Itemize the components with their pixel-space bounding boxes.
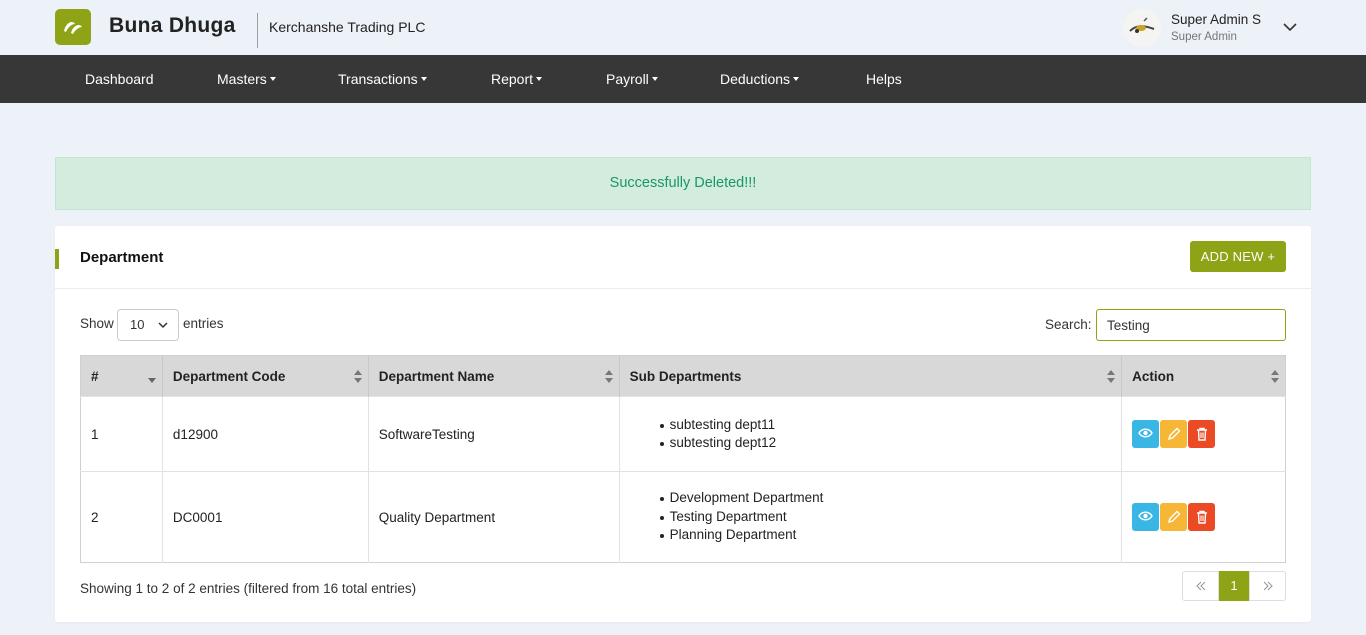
page-button-current[interactable]: 1 [1219, 571, 1249, 601]
entries-label: entries [183, 316, 224, 331]
caret-down-icon [651, 77, 658, 81]
sub-department-list: Development Department Testing Departmen… [630, 489, 1112, 545]
search-label: Search: [1045, 317, 1092, 332]
next-page-button[interactable] [1249, 571, 1286, 601]
search-input[interactable] [1096, 309, 1286, 341]
entries-per-page-select[interactable]: 10 [117, 309, 179, 341]
sort-icon [604, 370, 613, 383]
nav-report-label: Report [491, 71, 534, 87]
alert-message: Successfully Deleted!!! [609, 175, 757, 191]
nav-deductions[interactable]: Deductions [720, 55, 800, 103]
nav-dashboard-label: Dashboard [85, 71, 154, 87]
edit-button[interactable] [1160, 420, 1188, 448]
cell-code: d12900 [162, 396, 369, 472]
nav-masters-label: Masters [217, 71, 267, 87]
cell-name: SoftwareTesting [368, 396, 620, 472]
column-header-code[interactable]: Department Code [162, 355, 369, 397]
column-header-code-label: Department Code [172, 368, 286, 384]
column-header-name-label: Department Name [378, 368, 495, 384]
double-chevron-left-icon [1195, 581, 1205, 591]
brand-name: Buna Dhuga [109, 14, 236, 37]
trash-icon [1196, 510, 1207, 524]
nav-transactions-label: Transactions [338, 71, 418, 87]
cell-subs: Development Department Testing Departmen… [619, 471, 1123, 563]
nav-helps-label: Helps [866, 71, 902, 87]
chevron-down-icon[interactable] [1282, 19, 1298, 35]
sub-department-item: Development Department [659, 489, 1112, 508]
add-new-button[interactable]: ADD NEW + [1190, 241, 1286, 272]
delete-button[interactable] [1188, 420, 1216, 448]
sub-department-item: subtesting dept12 [659, 434, 1112, 453]
nav-report[interactable]: Report [491, 55, 543, 103]
column-header-action[interactable]: Action [1121, 355, 1286, 397]
cell-num: 2 [80, 471, 163, 563]
chevron-down-icon [158, 322, 168, 329]
card-divider [55, 288, 1311, 289]
view-button[interactable] [1132, 420, 1160, 448]
pencil-icon [1167, 427, 1181, 441]
user-role: Super Admin [1171, 31, 1237, 43]
nav-transactions[interactable]: Transactions [338, 55, 427, 103]
column-header-action-label: Action [1132, 368, 1175, 384]
column-header-num[interactable]: # [80, 355, 163, 397]
cell-code: DC0001 [162, 471, 369, 563]
cell-actions [1121, 471, 1286, 563]
nav-masters[interactable]: Masters [217, 55, 276, 103]
trash-icon [1196, 427, 1207, 441]
eye-icon [1138, 428, 1153, 438]
user-avatar[interactable] [1123, 9, 1161, 47]
department-table: # Department Code Department Name Sub De… [80, 355, 1286, 563]
previous-page-button[interactable] [1182, 571, 1219, 601]
main-navbar: Dashboard Masters Transactions Report Pa… [0, 55, 1366, 103]
column-header-subs[interactable]: Sub Departments [619, 355, 1123, 397]
sort-icon [1271, 370, 1279, 383]
edit-button[interactable] [1160, 503, 1188, 531]
column-header-num-label: # [91, 368, 99, 384]
sort-icon [1107, 370, 1116, 383]
card-title: Department [80, 249, 164, 266]
nav-payroll-label: Payroll [606, 71, 649, 87]
cell-name: Quality Department [368, 471, 620, 563]
sub-department-item: Testing Department [659, 508, 1112, 527]
card-title-accent [55, 249, 59, 269]
company-name: Kerchanshe Trading PLC [269, 19, 426, 35]
pagination: 1 [1182, 571, 1286, 601]
table-row: 2 DC0001 Quality Department Development … [80, 471, 1286, 563]
caret-down-icon [269, 77, 276, 81]
caret-down-icon [793, 77, 800, 81]
nav-dashboard[interactable]: Dashboard [85, 55, 154, 103]
entries-select-value: 10 [130, 317, 145, 332]
nav-deductions-label: Deductions [720, 71, 791, 87]
column-header-name[interactable]: Department Name [368, 355, 620, 397]
table-header-row: # Department Code Department Name Sub De… [80, 355, 1286, 397]
user-name[interactable]: Super Admin S [1171, 12, 1261, 27]
sub-department-item: subtesting dept11 [659, 416, 1112, 435]
sub-department-item: Planning Department [659, 526, 1112, 545]
table-info: Showing 1 to 2 of 2 entries (filtered fr… [80, 581, 417, 596]
column-header-subs-label: Sub Departments [629, 368, 742, 384]
caret-down-icon [420, 77, 427, 81]
header-divider [257, 13, 258, 48]
app-logo-icon[interactable] [55, 9, 91, 45]
top-header: Buna Dhuga Kerchanshe Trading PLC Super … [0, 0, 1366, 55]
cell-actions [1121, 396, 1286, 472]
double-chevron-right-icon [1263, 581, 1273, 591]
show-label: Show [80, 316, 114, 331]
department-card: Department ADD NEW + Show 10 entries Sea… [55, 226, 1311, 622]
table-row: 1 d12900 SoftwareTesting subtesting dept… [80, 396, 1286, 472]
sort-icon [353, 370, 362, 383]
cell-num: 1 [80, 396, 163, 472]
eye-icon [1138, 511, 1153, 521]
nav-payroll[interactable]: Payroll [606, 55, 658, 103]
view-button[interactable] [1132, 503, 1160, 531]
sort-desc-icon [147, 378, 156, 383]
success-alert: Successfully Deleted!!! [55, 157, 1311, 210]
nav-helps[interactable]: Helps [866, 55, 902, 103]
caret-down-icon [536, 77, 543, 81]
sub-department-list: subtesting dept11 subtesting dept12 [630, 416, 1112, 453]
delete-button[interactable] [1188, 503, 1216, 531]
pencil-icon [1167, 510, 1181, 524]
cell-subs: subtesting dept11 subtesting dept12 [619, 396, 1123, 472]
